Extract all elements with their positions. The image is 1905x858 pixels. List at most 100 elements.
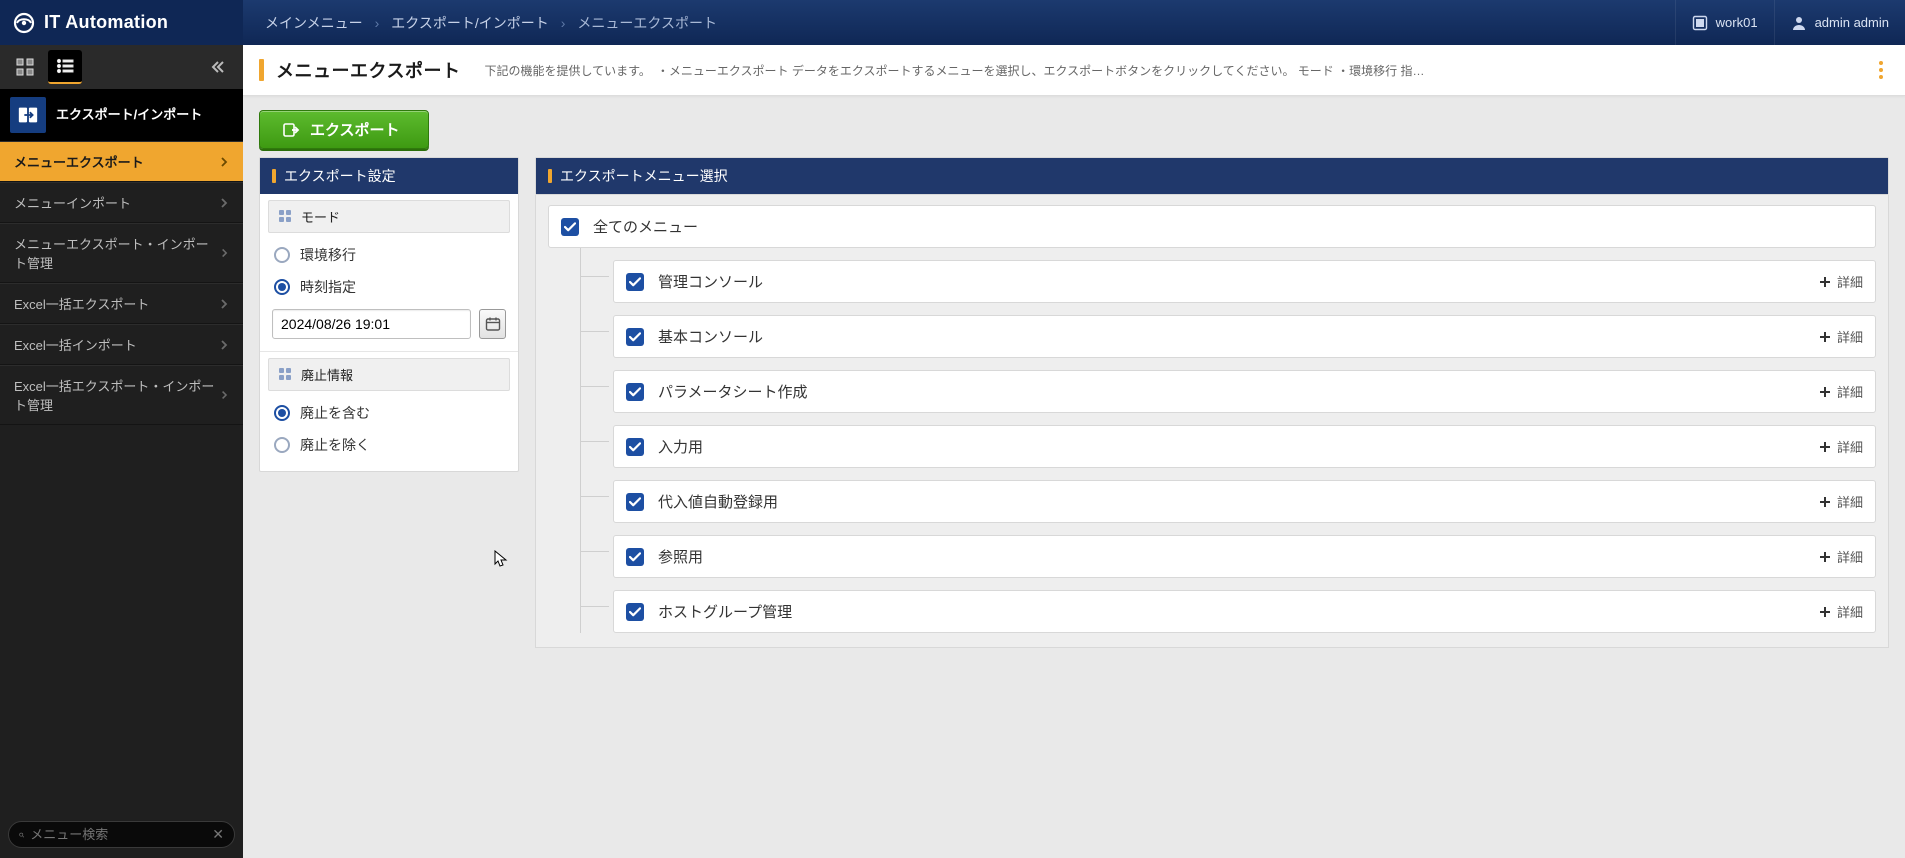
radio-icon xyxy=(274,247,290,263)
view-grid-button[interactable] xyxy=(8,50,42,84)
mode-option-label: 時刻指定 xyxy=(300,277,356,297)
header-right: work01 admin admin xyxy=(1675,0,1905,45)
app-name: IT Automation xyxy=(44,12,168,33)
sidebar-item-0[interactable]: メニューエクスポート xyxy=(0,141,243,182)
mode-option-1[interactable]: 時刻指定 xyxy=(272,271,506,303)
menu-group-expand[interactable]: 詳細 xyxy=(1819,437,1863,456)
menu-group-row[interactable]: 基本コンソール 詳細 xyxy=(613,315,1876,358)
menu-group-checkbox[interactable] xyxy=(626,603,644,621)
menu-group-checkbox[interactable] xyxy=(626,328,644,346)
menu-group-node: 管理コンソール詳細 xyxy=(581,248,1876,303)
search-icon xyxy=(19,828,24,842)
datetime-input[interactable] xyxy=(272,309,471,339)
menu-list: 全てのメニュー 管理コンソール詳細基本コンソール詳細パラメータシート作成詳細入力… xyxy=(535,195,1889,648)
collapse-sidebar-button[interactable] xyxy=(201,50,235,84)
menu-group-node: 代入値自動登録用詳細 xyxy=(581,468,1876,523)
page-title: メニューエクスポート xyxy=(276,57,460,83)
chevron-right-icon xyxy=(220,390,229,400)
discard-option-label: 廃止を除く xyxy=(300,435,370,455)
accent-bar-icon xyxy=(548,169,552,183)
sidebar-item-1[interactable]: メニューインポート xyxy=(0,182,243,223)
workspace-button[interactable]: work01 xyxy=(1675,0,1774,45)
clear-search-button[interactable]: ✕ xyxy=(212,826,224,843)
sidebar-item-2[interactable]: メニューエクスポート・インポート管理 xyxy=(0,223,243,283)
logo-area[interactable]: IT Automation xyxy=(0,0,243,45)
menu-group-expand[interactable]: 詳細 xyxy=(1819,492,1863,511)
detail-label: 詳細 xyxy=(1837,327,1863,346)
menu-group-row[interactable]: 管理コンソール詳細 xyxy=(613,260,1876,303)
sidebar-item-4[interactable]: Excel一括インポート xyxy=(0,324,243,365)
section-dots-icon xyxy=(279,210,293,224)
detail-label: 詳細 xyxy=(1837,602,1863,621)
more-menu-button[interactable] xyxy=(1873,58,1889,82)
discard-option-0[interactable]: 廃止を含む xyxy=(272,397,506,429)
detail-label: 詳細 xyxy=(1837,492,1863,511)
toolbar: エクスポート xyxy=(243,96,1905,157)
mode-options: 環境移行時刻指定 xyxy=(272,239,506,303)
menu-group-label: 基本コンソール xyxy=(658,326,763,347)
export-button[interactable]: エクスポート xyxy=(259,110,429,149)
check-icon xyxy=(629,607,641,617)
export-settings-panel: エクスポート設定 モード 環境移行時刻指定 xyxy=(259,157,519,472)
menu-group-checkbox[interactable] xyxy=(626,548,644,566)
sidebar-search-box[interactable]: ✕ xyxy=(8,821,235,848)
check-icon xyxy=(629,387,641,397)
menu-group-checkbox[interactable] xyxy=(626,273,644,291)
calendar-icon xyxy=(485,316,501,332)
radio-icon xyxy=(274,405,290,421)
menu-group-row[interactable]: 参照用詳細 xyxy=(613,535,1876,578)
menu-group-checkbox[interactable] xyxy=(626,438,644,456)
user-button[interactable]: admin admin xyxy=(1774,0,1905,45)
breadcrumb-main[interactable]: メインメニュー xyxy=(261,13,367,33)
accent-bar-icon xyxy=(259,59,264,81)
sidebar: エクスポート/インポート メニューエクスポートメニューインポートメニューエクスポ… xyxy=(0,45,243,858)
menu-group-row[interactable]: 入力用詳細 xyxy=(613,425,1876,468)
plus-icon xyxy=(1819,331,1831,343)
sidebar-item-3[interactable]: Excel一括エクスポート xyxy=(0,283,243,324)
app-header: IT Automation メインメニュー › エクスポート/インポート › メ… xyxy=(0,0,1905,45)
menu-group-row[interactable]: 代入値自動登録用詳細 xyxy=(613,480,1876,523)
breadcrumb-category[interactable]: エクスポート/インポート xyxy=(387,13,552,33)
all-menus-row[interactable]: 全てのメニュー xyxy=(548,205,1876,248)
radio-icon xyxy=(274,437,290,453)
calendar-button[interactable] xyxy=(479,309,506,339)
sidebar-item-label: Excel一括エクスポート xyxy=(14,294,149,313)
menu-group-expand[interactable]: 詳細 xyxy=(1819,382,1863,401)
chevron-right-icon: › xyxy=(553,15,574,31)
sidebar-item-label: メニューエクスポート・インポート管理 xyxy=(14,234,220,272)
all-menus-checkbox[interactable] xyxy=(561,218,579,236)
user-label: admin admin xyxy=(1815,15,1889,30)
check-icon xyxy=(629,442,641,452)
menu-group-expand[interactable]: 詳細 xyxy=(1819,327,1863,346)
sidebar-search-area: ✕ xyxy=(0,813,243,858)
check-icon xyxy=(629,332,641,342)
menu-group-row[interactable]: パラメータシート作成詳細 xyxy=(613,370,1876,413)
sidebar-item-label: Excel一括インポート xyxy=(14,335,137,354)
menu-group-expand[interactable]: 詳細 xyxy=(1819,547,1863,566)
check-icon xyxy=(629,277,641,287)
chevron-right-icon xyxy=(219,198,229,208)
check-icon xyxy=(629,497,641,507)
sidebar-section-header[interactable]: エクスポート/インポート xyxy=(0,89,243,141)
accent-bar-icon xyxy=(272,169,276,183)
discard-option-1[interactable]: 廃止を除く xyxy=(272,429,506,461)
plus-icon xyxy=(1819,496,1831,508)
sidebar-search-input[interactable] xyxy=(30,827,206,842)
sidebar-item-5[interactable]: Excel一括エクスポート・インポート管理 xyxy=(0,365,243,425)
menu-group-expand[interactable]: 詳細 xyxy=(1819,272,1863,291)
menu-group-expand[interactable]: 詳細 xyxy=(1819,602,1863,621)
plus-icon xyxy=(1819,441,1831,453)
grid-icon xyxy=(16,58,34,76)
mode-option-label: 環境移行 xyxy=(300,245,356,265)
mode-option-0[interactable]: 環境移行 xyxy=(272,239,506,271)
chevron-right-icon: › xyxy=(367,15,388,31)
workspace-label: work01 xyxy=(1716,15,1758,30)
menu-select-panel: エクスポートメニュー選択 xyxy=(535,157,1889,195)
menu-group-row[interactable]: ホストグループ管理詳細 xyxy=(613,590,1876,633)
menu-group-checkbox[interactable] xyxy=(626,383,644,401)
export-settings-panel-header: エクスポート設定 xyxy=(260,158,518,194)
view-list-button[interactable] xyxy=(48,50,82,84)
menu-group-checkbox[interactable] xyxy=(626,493,644,511)
sidebar-section-label: エクスポート/インポート xyxy=(56,107,202,123)
chevron-right-icon xyxy=(219,340,229,350)
